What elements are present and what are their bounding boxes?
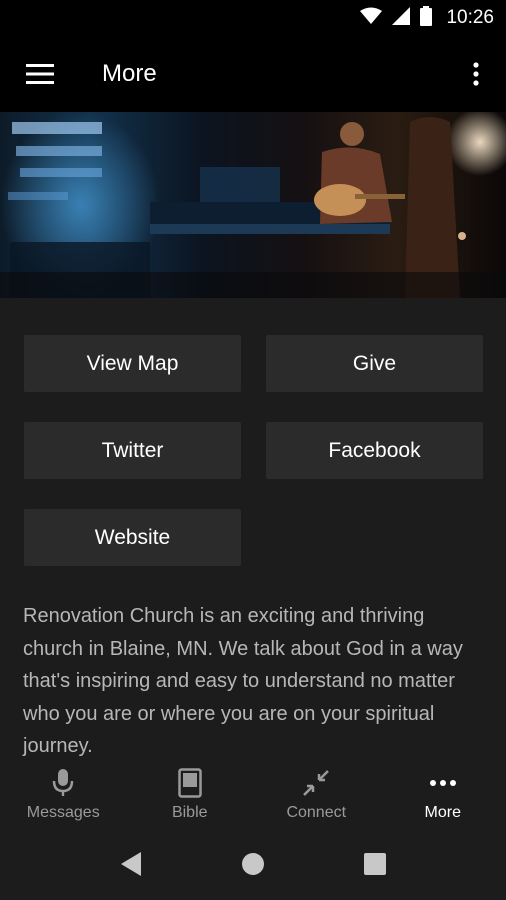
give-button[interactable]: Give bbox=[266, 335, 483, 392]
view-map-button[interactable]: View Map bbox=[24, 335, 241, 392]
status-time: 10:26 bbox=[446, 7, 494, 28]
page-title: More bbox=[102, 60, 157, 87]
recents-button[interactable] bbox=[345, 834, 405, 894]
church-description: Renovation Church is an exciting and thr… bbox=[23, 605, 463, 757]
nav-label-messages: Messages bbox=[26, 804, 100, 821]
nav-item-more[interactable]: More bbox=[380, 760, 506, 828]
recents-icon bbox=[364, 853, 386, 875]
overflow-menu-button[interactable] bbox=[446, 36, 506, 112]
microphone-icon bbox=[52, 768, 74, 798]
app-bar: More bbox=[0, 36, 506, 112]
status-bar: 10:26 bbox=[0, 0, 506, 36]
more-dots-icon bbox=[429, 768, 457, 798]
nav-label-more: More bbox=[424, 804, 461, 821]
nav-item-bible[interactable]: Bible bbox=[127, 760, 254, 828]
home-icon bbox=[242, 853, 264, 875]
nav-label-bible: Bible bbox=[171, 804, 208, 821]
signal-icon bbox=[392, 6, 411, 30]
battery-icon bbox=[420, 5, 433, 31]
overflow-menu-icon bbox=[473, 62, 479, 86]
website-button[interactable]: Website bbox=[24, 509, 241, 566]
system-navigation-bar bbox=[0, 828, 506, 900]
bottom-navigation: Messages Bible Connect More bbox=[0, 760, 506, 828]
back-button[interactable] bbox=[101, 834, 161, 894]
content-area: View Map Give Twitter Facebook Website R… bbox=[0, 298, 506, 760]
facebook-button[interactable]: Facebook bbox=[266, 422, 483, 479]
book-icon bbox=[178, 768, 202, 798]
nav-label-connect: Connect bbox=[286, 804, 347, 821]
twitter-button[interactable]: Twitter bbox=[24, 422, 241, 479]
wifi-icon bbox=[360, 7, 383, 30]
connect-icon bbox=[302, 768, 330, 798]
nav-item-connect[interactable]: Connect bbox=[253, 760, 380, 828]
hero-image bbox=[0, 112, 506, 298]
hamburger-menu-icon bbox=[26, 64, 54, 84]
home-button[interactable] bbox=[223, 834, 283, 894]
back-icon bbox=[121, 852, 141, 876]
hamburger-menu-button[interactable] bbox=[0, 36, 80, 112]
nav-item-messages[interactable]: Messages bbox=[0, 760, 127, 828]
